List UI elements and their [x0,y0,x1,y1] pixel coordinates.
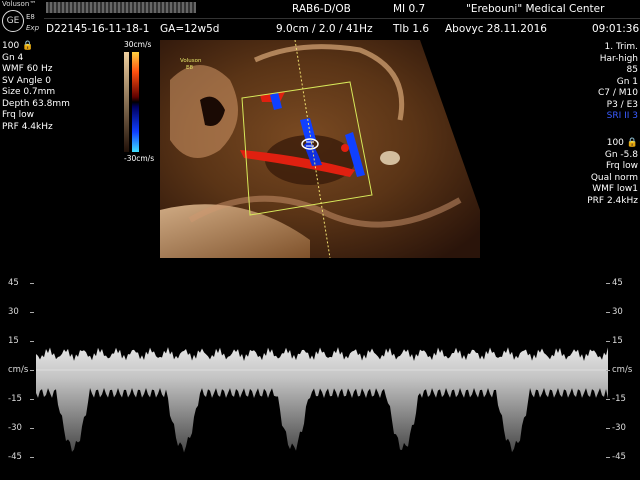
probe-label: RAB6-D/OB [292,3,351,15]
axis-tick [606,399,610,400]
axis-label-right: -30 [612,423,626,433]
clock-time: 09:01:36 [592,23,640,35]
axis-label-left: -45 [8,452,22,462]
voluson-watermark: Voluson [180,58,202,64]
axis-tick [30,370,34,371]
axis-label-left: 30 [8,307,19,317]
frq-value: Frq low [2,110,35,120]
axis-label-right: 30 [612,307,623,317]
right-params-top: 1. Trim. Har-high 85 Gn 1 C7 / M10 P3 / … [598,42,638,123]
axis-label-right: 45 [612,278,623,288]
depth-freq-label: 9.0cm / 2.0 / 41Hz [276,23,373,35]
trimester: 1. Trim. [604,42,638,52]
axis-tick [606,341,610,342]
axis-tick [606,312,610,313]
gestational-age: GA=12w5d [160,23,220,35]
axis-tick [30,428,34,429]
ultrasound-image[interactable]: Voluson E8 [160,40,480,258]
axis-label-left: cm/s [8,365,29,375]
axis-label-left: -30 [8,423,22,433]
axis-label-right: -45 [612,452,626,462]
c7-m10: C7 / M10 [598,88,638,98]
operator-date: Abovyc 28.11.2016 [445,23,547,35]
depth-value: Depth 63.8mm [2,98,70,109]
axis-label-right: cm/s [612,365,633,375]
axis-label-left: 15 [8,336,19,346]
header-divider [44,18,640,19]
power-right: 100 🔒 [606,138,638,148]
size-value: Size 0.7mm [2,87,56,97]
axis-tick [606,428,610,429]
power-value: 100 🔒 [2,41,34,51]
axis-tick [606,370,610,371]
axis-label-left: 45 [8,278,19,288]
model-label: E8 [26,13,35,21]
e8-watermark: E8 [186,65,193,71]
qual-doppler: Qual norm [590,172,638,183]
p3-e3: P3 / E3 [606,99,638,110]
axis-label-left: -15 [8,394,22,404]
wmf-doppler: WMF low1 [592,184,638,194]
left-params: 100 🔒 Gn 4 WMF 60 Hz SV Angle 0 Size 0.7… [2,41,70,133]
gain-right: Gn 1 [616,76,638,87]
patient-id: D22145-16-11-18-1 [46,23,150,35]
lock-icon: 🔒 [22,41,34,51]
axis-tick [30,399,34,400]
wmf-value: WMF 60 Hz [2,64,53,74]
axis-tick [606,457,610,458]
lock-icon: 🔒 [626,138,638,148]
ge-logo-icon: GE [2,10,24,32]
sv-angle-value: SV Angle 0 [2,75,51,86]
axis-label-right: -15 [612,394,626,404]
axis-tick [30,457,34,458]
prf-value: PRF 4.4kHz [2,121,53,132]
institution-label: "Erebouni" Medical Center [466,3,605,15]
scale-top-label: 30cm/s [124,40,152,49]
mi-label: MI 0.7 [393,3,426,15]
top-bar: Voluson™ GE E8 Exp RAB6-D/OB MI 0.7 "Ere… [0,0,640,40]
doppler-spectrum[interactable] [36,268,608,480]
mode-label: Exp [26,24,40,32]
frq-doppler: Frq low [605,161,638,171]
harmonic: Har-high [599,53,638,64]
axis-tick [30,341,34,342]
color-scale-bar [124,52,139,152]
scale-bottom-label: -30cm/s [124,154,155,163]
redacted-name [46,2,196,13]
axis-tick [606,283,610,284]
sri-label: SRI II 3 [606,111,638,121]
axis-label-right: 15 [612,336,623,346]
gain-value: Gn 4 [2,52,24,63]
tib-label: Tlb 1.6 [393,23,430,35]
gain-doppler: Gn -5.8 [604,149,638,160]
axis-tick [30,312,34,313]
prf-doppler: PRF 2.4kHz [587,195,638,206]
axis-tick [30,283,34,284]
value-85: 85 [626,65,638,75]
brand-label: Voluson™ [2,0,37,8]
right-params-bottom: 100 🔒 Gn -5.8 Frq low Qual norm WMF low1… [587,138,638,207]
